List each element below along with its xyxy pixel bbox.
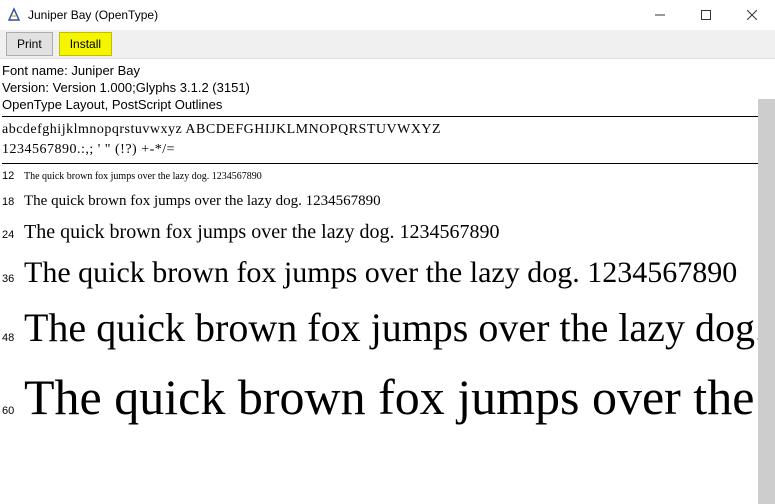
install-button[interactable]: Install xyxy=(59,32,112,56)
charset-symbols: 1234567890.:,; ' " (!?) +-*/= xyxy=(2,140,760,160)
window-controls xyxy=(637,0,775,30)
separator xyxy=(2,163,760,164)
waterfall: 12The quick brown fox jumps over the laz… xyxy=(2,170,760,432)
close-button[interactable] xyxy=(729,0,775,30)
waterfall-row: 60The quick brown fox jumps over the laz… xyxy=(2,362,760,432)
waterfall-row: 36The quick brown fox jumps over the laz… xyxy=(2,252,760,294)
minimize-button[interactable] xyxy=(637,0,683,30)
meta-layout: OpenType Layout, PostScript Outlines xyxy=(2,97,760,113)
sample-text: The quick brown fox jumps over the lazy … xyxy=(24,170,760,184)
meta-version: Version: Version 1.000;Glyphs 3.1.2 (315… xyxy=(2,80,760,96)
size-label: 60 xyxy=(2,405,24,417)
sample-text: The quick brown fox jumps over the lazy … xyxy=(24,190,760,212)
size-label: 48 xyxy=(2,332,24,344)
waterfall-row: 12The quick brown fox jumps over the laz… xyxy=(2,170,760,184)
waterfall-row: 18The quick brown fox jumps over the laz… xyxy=(2,190,760,212)
size-label: 18 xyxy=(2,196,24,208)
sample-text: The quick brown fox jumps over the lazy … xyxy=(24,300,760,356)
titlebar: Juniper Bay (OpenType) xyxy=(0,0,775,30)
sample-text: The quick brown fox jumps over the lazy … xyxy=(24,252,760,294)
sample-text: The quick brown fox jumps over the lazy … xyxy=(24,362,760,432)
waterfall-row: 48The quick brown fox jumps over the laz… xyxy=(2,300,760,356)
app-icon xyxy=(6,7,22,23)
separator xyxy=(2,116,760,117)
print-button[interactable]: Print xyxy=(6,32,53,56)
meta-font-name: Font name: Juniper Bay xyxy=(2,63,760,79)
scroll-thumb[interactable] xyxy=(758,99,775,504)
vertical-scrollbar[interactable] xyxy=(758,99,775,504)
maximize-button[interactable] xyxy=(683,0,729,30)
window-title: Juniper Bay (OpenType) xyxy=(28,8,158,22)
size-label: 36 xyxy=(2,273,24,285)
charset-alpha: abcdefghijklmnopqrstuvwxyz ABCDEFGHIJKLM… xyxy=(2,120,760,140)
size-label: 12 xyxy=(2,170,24,182)
size-label: 24 xyxy=(2,229,24,241)
toolbar: Print Install xyxy=(0,30,775,59)
waterfall-row: 24The quick brown fox jumps over the laz… xyxy=(2,218,760,246)
sample-text: The quick brown fox jumps over the lazy … xyxy=(24,218,760,246)
font-preview-pane: Font name: Juniper Bay Version: Version … xyxy=(0,59,775,504)
